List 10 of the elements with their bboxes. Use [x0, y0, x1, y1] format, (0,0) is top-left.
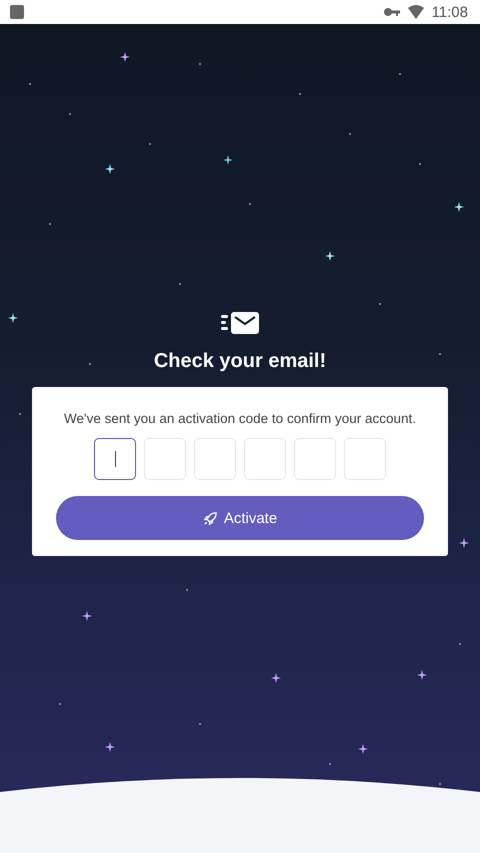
- app-notification-icon: [10, 5, 24, 19]
- rocket-icon: [202, 510, 218, 526]
- email-icon: [221, 312, 259, 334]
- activation-message: We've sent you an activation code to confirm your account.: [64, 411, 416, 426]
- activate-button[interactable]: Activate: [56, 496, 424, 540]
- key-icon: [384, 7, 400, 17]
- wifi-icon: [408, 5, 424, 19]
- page-title: Check your email!: [154, 350, 326, 373]
- code-input-field[interactable]: [94, 438, 136, 480]
- status-time: 11:08: [432, 4, 468, 20]
